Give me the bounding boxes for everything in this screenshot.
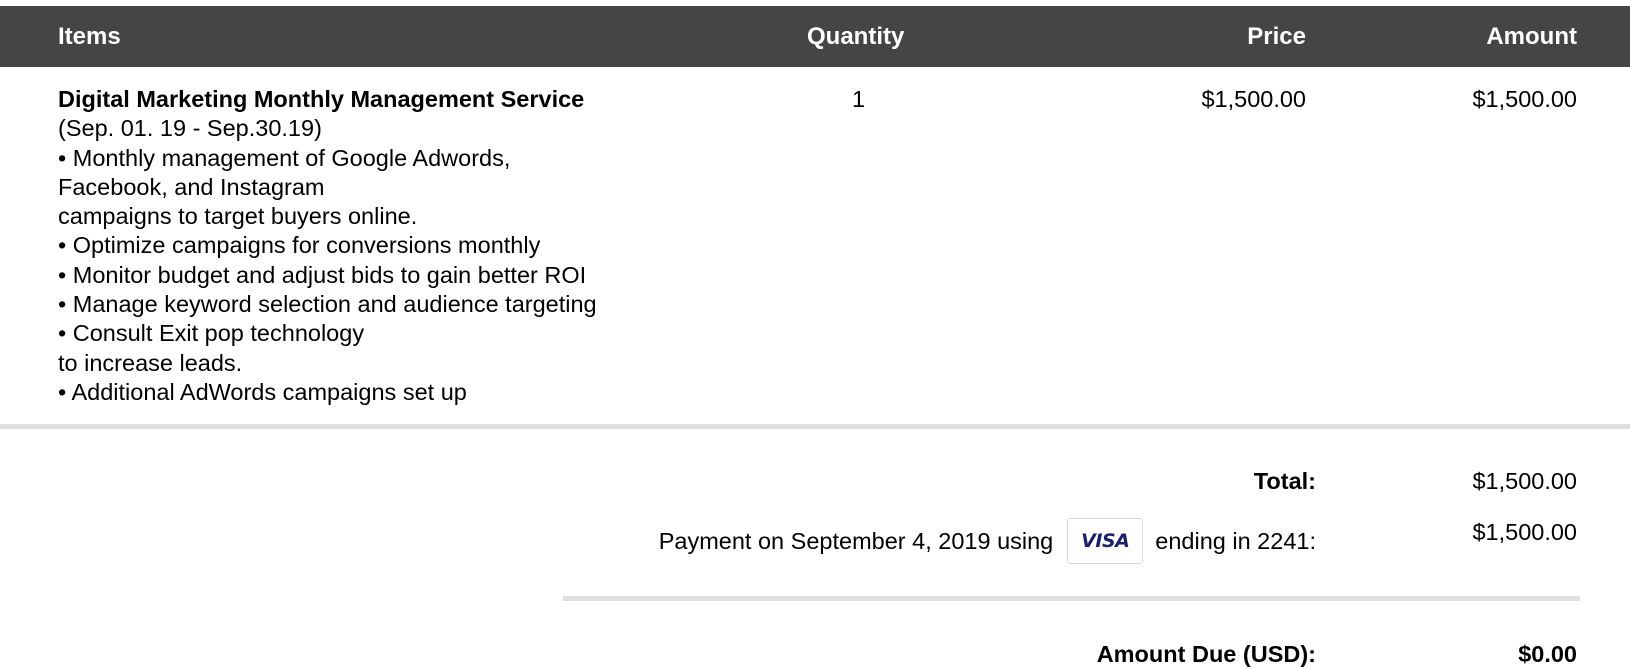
summary-divider	[563, 596, 1580, 601]
item-quantity: 1	[852, 86, 866, 112]
item-price: $1,500.00	[1201, 86, 1306, 112]
table-header: Items Quantity Price Amount	[0, 6, 1630, 67]
column-header-quantity: Quantity	[807, 23, 905, 50]
item-description-line: (Sep. 01. 19 - Sep.30.19)	[58, 115, 322, 142]
table-row: Digital Marketing Monthly Management Ser…	[0, 67, 1630, 424]
row-divider	[0, 424, 1630, 429]
payment-suffix: ending in 2241:	[1155, 527, 1316, 554]
visa-card-icon: VISA	[1067, 518, 1144, 564]
column-header-price: Price	[1247, 23, 1306, 50]
item-description: Digital Marketing Monthly Management Ser…	[58, 85, 698, 407]
item-amount: $1,500.00	[1472, 86, 1577, 112]
item-description-line: • Additional AdWords campaigns set up	[58, 378, 467, 405]
item-description-line: • Optimize campaigns for conversions mon…	[58, 232, 541, 259]
card-brand-label: VISA	[1081, 529, 1130, 552]
payment-line: Payment on September 4, 2019 using VISA …	[659, 518, 1316, 564]
total-label: Total:	[1253, 468, 1316, 494]
column-header-amount: Amount	[1486, 23, 1577, 50]
total-value: $1,500.00	[1472, 468, 1577, 494]
item-description-line: Facebook, and Instagram	[58, 173, 325, 200]
item-description-line: • Monthly management of Google Adwords,	[58, 144, 511, 171]
item-description-line: • Consult Exit pop technology	[58, 320, 365, 347]
payment-prefix: Payment on September 4, 2019 using	[658, 527, 1054, 554]
item-description-line: • Monitor budget and adjust bids to gain…	[58, 261, 587, 288]
item-description-line: to increase leads.	[58, 349, 243, 376]
column-header-items: Items	[58, 23, 121, 50]
item-description-line: • Manage keyword selection and audience …	[58, 291, 597, 318]
payment-value: $1,500.00	[1472, 519, 1577, 545]
item-name: Digital Marketing Monthly Management Ser…	[58, 86, 585, 112]
item-description-line: campaigns to target buyers online.	[58, 203, 418, 230]
